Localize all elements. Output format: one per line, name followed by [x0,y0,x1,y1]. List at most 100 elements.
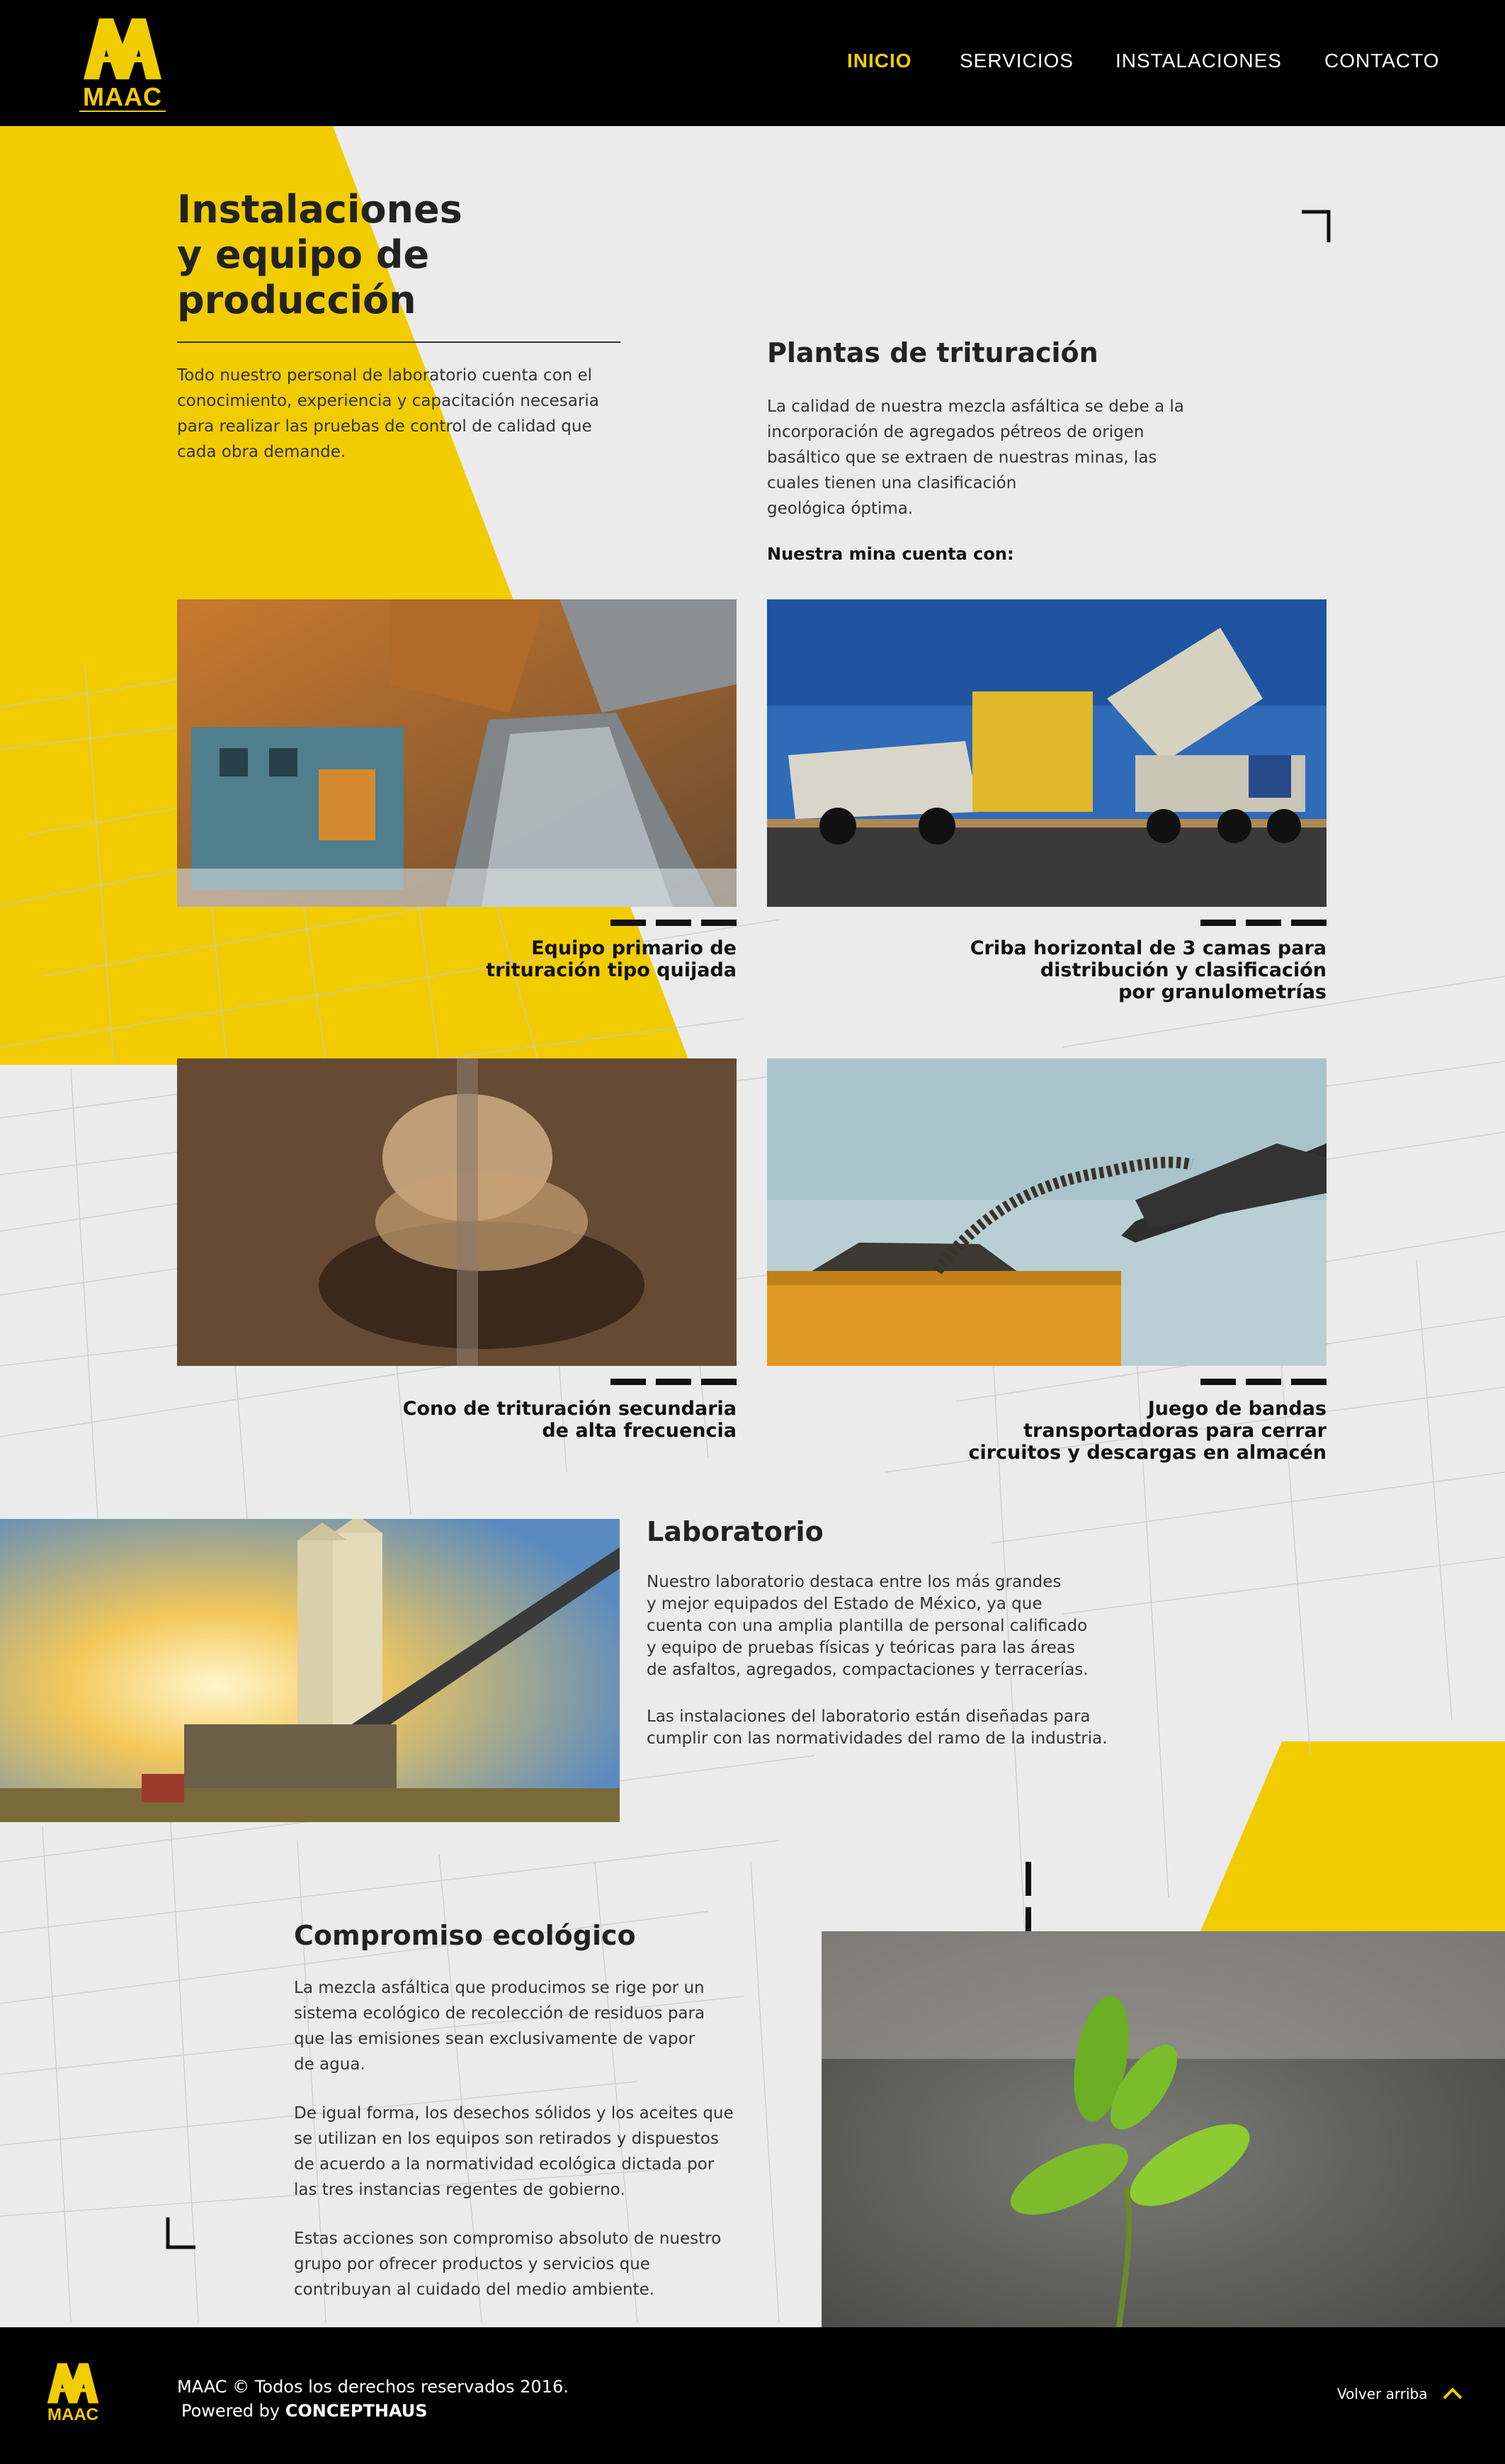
maac-logo-icon [84,18,161,79]
laboratorio-text-line: de asfaltos, agregados, compactaciones y… [647,1661,1089,1679]
caption-dash [1291,1379,1327,1385]
caption-dash [656,1379,691,1385]
page-title-line: producción [177,278,416,322]
drill-image [177,1058,737,1366]
caption-line: por granulometrías [1118,981,1327,1003]
caption-line: Cono de trituración secundaria [402,1398,737,1420]
laboratorio-text-line: cumplir con las normatividades del ramo … [647,1729,1108,1748]
plantas-subtitle: Nuestra mina cuenta con: [767,544,1014,564]
caption-equipo-primario: Equipo primario de trituración tipo quij… [382,937,737,981]
caption-dash [610,920,646,926]
page-title-line: Instalaciones [177,187,462,232]
photo-jaw-crusher [177,599,737,907]
laboratorio-text-line: y mejor equipados del Estado de México, … [647,1595,1043,1613]
ecologico-text-line: contribuyan al cuidado del medio ambient… [294,2281,655,2299]
photo-dump-truck [767,599,1327,907]
ecologico-text-line: sistema ecológico de recolección de resi… [294,2004,705,2023]
caption-line: transportadoras para cerrar [1023,1420,1327,1442]
corner-bracket-bottom-icon [166,2217,195,2249]
site-header: MAAC INICIO SERVICIOS INSTALACIONES CONT… [0,0,1505,126]
intro-text-line: Todo nuestro personal de laboratorio cue… [177,366,593,385]
logo-text: MAAC [83,82,162,111]
footer-powered: Powered by CONCEPTHAUS [181,2401,428,2421]
caption-dash [1200,920,1236,926]
ecologico-text-line: Estas acciones son compromiso absoluto d… [294,2230,722,2248]
page-title: Instalaciones y equipo de producción [177,187,462,323]
ecologico-text-line: se utilizan en los equipos son retirados… [294,2130,719,2148]
caption-dash [1246,1379,1281,1385]
ecologico-text-1: La mezcla asfáltica que producimos se ri… [294,1975,705,2077]
back-to-top-link[interactable]: Volver arriba [1337,2385,1428,2402]
photo-conveyor [767,1058,1327,1366]
intro-text: Todo nuestro personal de laboratorio cue… [177,363,599,465]
nav-servicios[interactable]: SERVICIOS [960,50,1074,72]
caption-dash [701,920,737,926]
nav-contacto[interactable]: CONTACTO [1324,50,1440,72]
caption-line: Equipo primario de [531,937,737,959]
ecologico-title: Compromiso ecológico [294,1920,636,1951]
footer-copyright: MAAC © Todos los derechos reservados 201… [177,2377,569,2397]
intro-text-line: para realizar las pruebas de control de … [177,417,592,436]
caption-line: circuitos y descargas en almacén [968,1442,1327,1464]
footer-logo-icon [47,2363,99,2404]
sprout-image [822,1931,1505,2327]
conveyor-image [767,1058,1327,1366]
ecologico-text-line: grupo por ofrecer productos y servicios … [294,2255,650,2273]
powered-brand[interactable]: CONCEPTHAUS [285,2401,428,2421]
photo-sprout-asphalt [822,1931,1505,2327]
ecologico-text-line: La mezcla asfáltica que producimos se ri… [294,1979,705,1997]
plantas-text-line: geológica óptima. [767,499,914,518]
chevron-up-icon[interactable] [1442,2385,1463,2401]
corner-bracket-icon [1302,210,1331,242]
plantas-text-line: incorporación de agregados pétreos de or… [767,423,1145,441]
caption-dash [1200,1379,1236,1385]
laboratorio-text-line: cuenta con una amplia plantilla de perso… [647,1617,1088,1635]
intro-text-line: conocimiento, experiencia y capacitación… [177,392,599,410]
intro-text-line: cada obra demande. [177,443,346,461]
photo-drill-cone [177,1058,737,1366]
caption-dash [1291,920,1327,926]
laboratorio-text-line: Las instalaciones del laboratorio están … [647,1707,1091,1726]
caption-dash [656,920,691,926]
caption-line: de alta frecuencia [542,1420,737,1442]
ecologico-text-line: De igual forma, los desechos sólidos y l… [294,2104,734,2123]
nav-inicio[interactable]: INICIO [847,50,912,72]
plant-silos-image [0,1519,620,1822]
nav-instalaciones[interactable]: INSTALACIONES [1115,50,1282,72]
ecologico-text-line: de acuerdo a la normatividad ecológica d… [294,2155,715,2174]
jaw-crusher-image [177,599,737,907]
caption-criba-horizontal: Criba horizontal de 3 camas para distrib… [902,937,1327,1003]
laboratorio-title: Laboratorio [647,1516,824,1547]
laboratorio-text-2: Las instalaciones del laboratorio están … [647,1706,1108,1750]
site-footer: MAAC MAAC © Todos los derechos reservado… [0,2327,1505,2464]
caption-bandas-transportadoras: Juego de bandas transportadoras para cer… [902,1398,1327,1464]
laboratorio-text-line: Nuestro laboratorio destaca entre los má… [647,1573,1062,1591]
logo-tagline-line [79,111,166,116]
caption-dash [610,1379,646,1385]
caption-dash [1246,920,1281,926]
ecologico-text-line: que las emisiones sean exclusivamente de… [294,2030,695,2048]
laboratorio-text-line: y equipo de pruebas físicas y teóricas p… [647,1639,1075,1657]
ecologico-text-line: de agua. [294,2055,365,2074]
ecologico-text-line: las tres instancias regentes de gobierno… [294,2181,625,2199]
caption-line: distribución y clasificación [1040,959,1327,981]
ecologico-text-3: Estas acciones son compromiso absoluto d… [294,2226,721,2302]
plantas-text-line: basáltico que se extraen de nuestras min… [767,448,1157,467]
caption-line: trituración tipo quijada [486,959,737,981]
footer-logo-text: MAAC [47,2405,98,2424]
footer-logo[interactable]: MAAC [41,2361,105,2432]
maac-logo[interactable]: MAAC [76,16,169,112]
powered-prefix: Powered by [181,2401,280,2421]
dump-truck-image [767,599,1327,907]
caption-line: Criba horizontal de 3 camas para [970,937,1327,959]
caption-cono-trituracion: Cono de trituración secundaria de alta f… [312,1398,737,1442]
laboratorio-text-1: Nuestro laboratorio destaca entre los má… [647,1571,1089,1681]
yellow-shape-right [1200,1741,1505,1931]
plantas-text: La calidad de nuestra mezcla asfáltica s… [767,394,1184,521]
page-title-line: y equipo de [177,232,430,277]
ecologico-text-2: De igual forma, los desechos sólidos y l… [294,2101,734,2203]
caption-line: Juego de bandas [1147,1398,1327,1420]
plantas-text-line: cuales tienen una clasificación [767,474,1017,492]
plantas-title: Plantas de trituración [767,337,1098,368]
plantas-text-line: La calidad de nuestra mezcla asfáltica s… [767,397,1184,416]
